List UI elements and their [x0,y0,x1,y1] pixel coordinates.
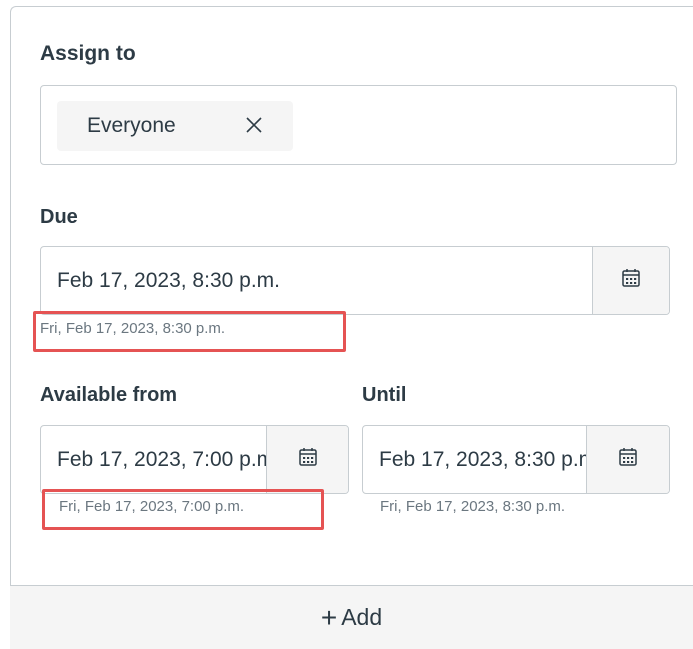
assign-to-label: Assign to [40,42,136,65]
calendar-icon [618,447,638,472]
until-label: Until [362,384,407,406]
until-calendar-button[interactable] [586,426,669,493]
plus-icon: + [320,601,338,633]
assignee-tag-label: Everyone [87,114,176,137]
due-calendar-button[interactable] [592,247,669,314]
add-label: Add [341,604,383,630]
add-button[interactable]: + Add [10,585,693,649]
calendar-icon [621,268,641,293]
highlight-box-available-from [42,489,324,530]
available-from-calendar-button[interactable] [266,426,348,493]
assign-to-field[interactable]: Everyone [40,85,677,165]
available-from-input[interactable]: Feb 17, 2023, 7:00 p.m. [40,425,349,494]
until-value: Feb 17, 2023, 8:30 p.m. [379,448,587,471]
calendar-icon [298,447,318,472]
until-input[interactable]: Feb 17, 2023, 8:30 p.m. [362,425,670,494]
due-label: Due [40,206,78,228]
assignee-tag-everyone: Everyone [57,101,293,151]
close-icon[interactable] [243,114,265,136]
due-date-input[interactable]: Feb 17, 2023, 8:30 p.m. [40,246,670,315]
available-from-label: Available from [40,384,178,406]
until-hint: Fri, Feb 17, 2023, 8:30 p.m. [380,498,566,515]
highlight-box-due [33,311,346,352]
available-from-value: Feb 17, 2023, 7:00 p.m. [57,448,267,471]
due-date-value: Feb 17, 2023, 8:30 p.m. [57,269,280,292]
